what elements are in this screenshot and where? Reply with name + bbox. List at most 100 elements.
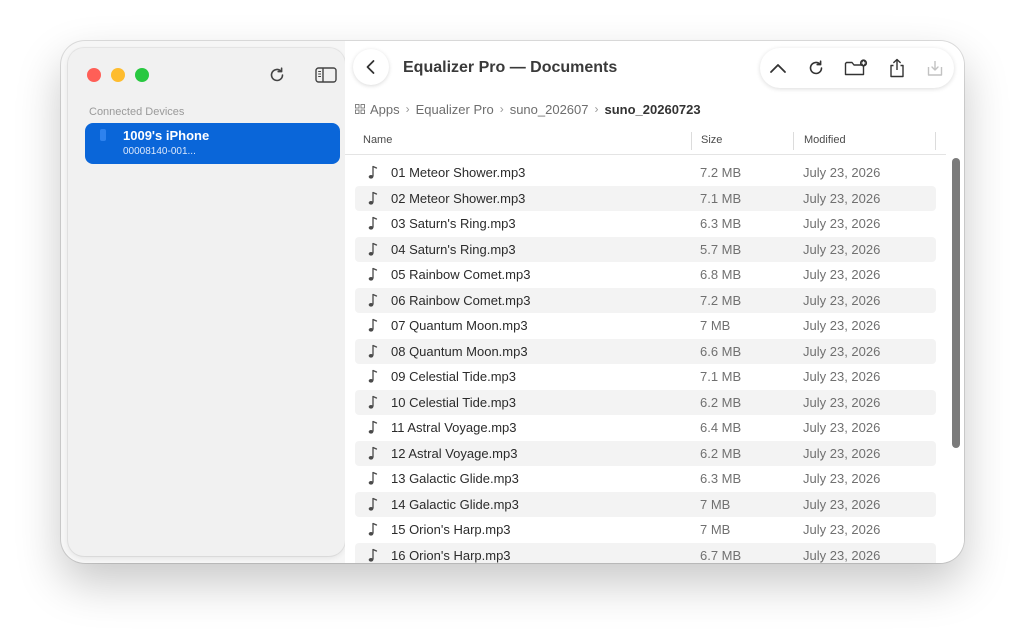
music-note-icon (366, 369, 378, 384)
file-row[interactable]: 02 Meteor Shower.mp3 7.1 MB July 23, 2026 (355, 185, 936, 211)
music-note-icon (366, 267, 378, 282)
new-folder-icon (844, 59, 868, 76)
breadcrumb-item-folder[interactable]: suno_202607 (510, 102, 589, 117)
file-size: 7 MB (700, 496, 731, 512)
file-row[interactable]: 16 Orion's Harp.mp3 6.7 MB July 23, 2026 (355, 542, 936, 563)
music-note-icon (366, 497, 378, 512)
file-modified: July 23, 2026 (803, 165, 881, 180)
scroll-thumb[interactable] (952, 158, 960, 448)
file-row[interactable]: 10 Celestial Tide.mp3 6.2 MB July 23, 2026 (355, 389, 936, 415)
file-modified: July 23, 2026 (803, 471, 881, 486)
music-note-icon (366, 548, 378, 563)
file-size: 6.3 MB (700, 471, 742, 486)
device-item[interactable]: 1009's iPhone 00008140-001... (85, 123, 340, 164)
file-row[interactable]: 04 Saturn's Ring.mp3 5.7 MB July 23, 2026 (355, 236, 936, 262)
refresh-icon (270, 67, 284, 82)
file-list: 01 Meteor Shower.mp3 7.2 MB July 23, 2026 0… (355, 160, 936, 563)
file-row[interactable]: 01 Meteor Shower.mp3 7.2 MB July 23, 2026 (355, 160, 936, 186)
file-modified: July 23, 2026 (803, 292, 881, 308)
file-name: 16 Orion's Harp.mp3 (391, 547, 511, 563)
breadcrumb-item-apps[interactable]: Apps (370, 102, 400, 117)
refresh-button[interactable] (804, 57, 828, 79)
music-note-icon (366, 293, 378, 308)
breadcrumb-item-app[interactable]: Equalizer Pro (416, 102, 494, 117)
music-note-icon (366, 344, 378, 359)
file-name: 12 Astral Voyage.mp3 (391, 445, 518, 461)
window-title: Equalizer Pro — Documents (403, 59, 618, 76)
file-name: 09 Celestial Tide.mp3 (391, 369, 517, 384)
file-name: 06 Rainbow Comet.mp3 (391, 292, 531, 308)
file-row[interactable]: 15 Orion's Harp.mp3 7 MB July 23, 2026 (355, 517, 936, 543)
column-divider[interactable] (793, 132, 794, 150)
go-up-button[interactable] (766, 57, 790, 79)
file-size: 7.2 MB (700, 292, 742, 308)
file-row[interactable]: 07 Quantum Moon.mp3 7 MB July 23, 2026 (355, 313, 936, 339)
file-name: 07 Quantum Moon.mp3 (391, 318, 528, 333)
minimize-window-button[interactable] (111, 68, 125, 82)
music-note-icon (366, 395, 378, 410)
file-row[interactable]: 14 Galactic Glide.mp3 7 MB July 23, 2026 (355, 491, 936, 517)
share-icon (890, 58, 904, 78)
new-folder-button[interactable] (844, 57, 868, 79)
iphone-icon (100, 129, 106, 141)
file-modified: July 23, 2026 (803, 190, 881, 206)
music-note-icon (366, 522, 378, 537)
file-row[interactable]: 08 Quantum Moon.mp3 6.6 MB July 23, 2026 (355, 338, 936, 364)
device-serial: 00008140-001... (123, 146, 196, 157)
file-size: 7 MB (700, 522, 731, 537)
music-note-icon (366, 420, 378, 435)
file-size: 7.1 MB (700, 369, 742, 384)
refresh-devices-button[interactable] (265, 64, 289, 86)
share-button[interactable] (885, 57, 909, 79)
file-name: 13 Galactic Glide.mp3 (391, 471, 519, 486)
column-divider[interactable] (935, 132, 936, 150)
table-header: Name Size Modified (345, 127, 946, 155)
file-modified: July 23, 2026 (803, 445, 881, 461)
column-divider[interactable] (691, 132, 692, 150)
file-modified: July 23, 2026 (803, 496, 881, 512)
back-button[interactable] (353, 49, 389, 85)
file-row[interactable]: 05 Rainbow Comet.mp3 6.8 MB July 23, 2026 (355, 262, 936, 288)
close-window-button[interactable] (87, 68, 101, 82)
zoom-window-button[interactable] (135, 68, 149, 82)
file-modified: July 23, 2026 (803, 241, 881, 257)
file-size: 5.7 MB (700, 241, 742, 257)
column-header-size[interactable]: Size (701, 134, 722, 146)
file-name: 15 Orion's Harp.mp3 (391, 522, 511, 537)
music-note-icon (366, 191, 378, 206)
column-header-name[interactable]: Name (363, 134, 392, 146)
file-size: 6.4 MB (700, 420, 742, 435)
breadcrumb: Apps › Equalizer Pro › suno_202607 › sun… (355, 99, 701, 119)
file-row[interactable]: 09 Celestial Tide.mp3 7.1 MB July 23, 2026 (355, 364, 936, 390)
refresh-icon (809, 60, 823, 75)
device-name: 1009's iPhone (123, 128, 210, 143)
column-header-modified[interactable]: Modified (804, 134, 846, 146)
file-name: 02 Meteor Shower.mp3 (391, 190, 526, 206)
file-name: 14 Galactic Glide.mp3 (391, 496, 519, 512)
breadcrumb-separator: › (499, 102, 504, 116)
toggle-sidebar-button[interactable] (314, 64, 338, 86)
file-row[interactable]: 13 Galactic Glide.mp3 6.3 MB July 23, 2026 (355, 466, 936, 492)
file-row[interactable]: 03 Saturn's Ring.mp3 6.3 MB July 23, 2026 (355, 211, 936, 237)
download-icon (927, 61, 943, 76)
file-name: 10 Celestial Tide.mp3 (391, 394, 517, 410)
main-pane: Equalizer Pro — Documents Apps › Equaliz… (345, 41, 964, 563)
file-row[interactable]: 11 Astral Voyage.mp3 6.4 MB July 23, 2026 (355, 415, 936, 441)
file-size: 6.2 MB (700, 394, 742, 410)
breadcrumb-item-current: suno_20260723 (604, 101, 701, 117)
music-note-icon (366, 446, 378, 461)
breadcrumb-separator: › (405, 102, 410, 116)
file-row[interactable]: 06 Rainbow Comet.mp3 7.2 MB July 23, 2026 (355, 287, 936, 313)
download-button[interactable] (923, 57, 947, 79)
connected-devices-heading: Connected Devices (89, 106, 185, 118)
file-name: 01 Meteor Shower.mp3 (391, 165, 526, 180)
file-modified: July 23, 2026 (803, 547, 881, 563)
file-size: 7.2 MB (700, 165, 742, 180)
music-note-icon (366, 471, 378, 486)
file-modified: July 23, 2026 (803, 394, 881, 410)
vertical-scrollbar[interactable] (949, 154, 963, 563)
file-row[interactable]: 12 Astral Voyage.mp3 6.2 MB July 23, 2026 (355, 440, 936, 466)
file-size: 7 MB (700, 318, 731, 333)
file-name: 04 Saturn's Ring.mp3 (391, 241, 516, 257)
file-size: 6.2 MB (700, 445, 742, 461)
